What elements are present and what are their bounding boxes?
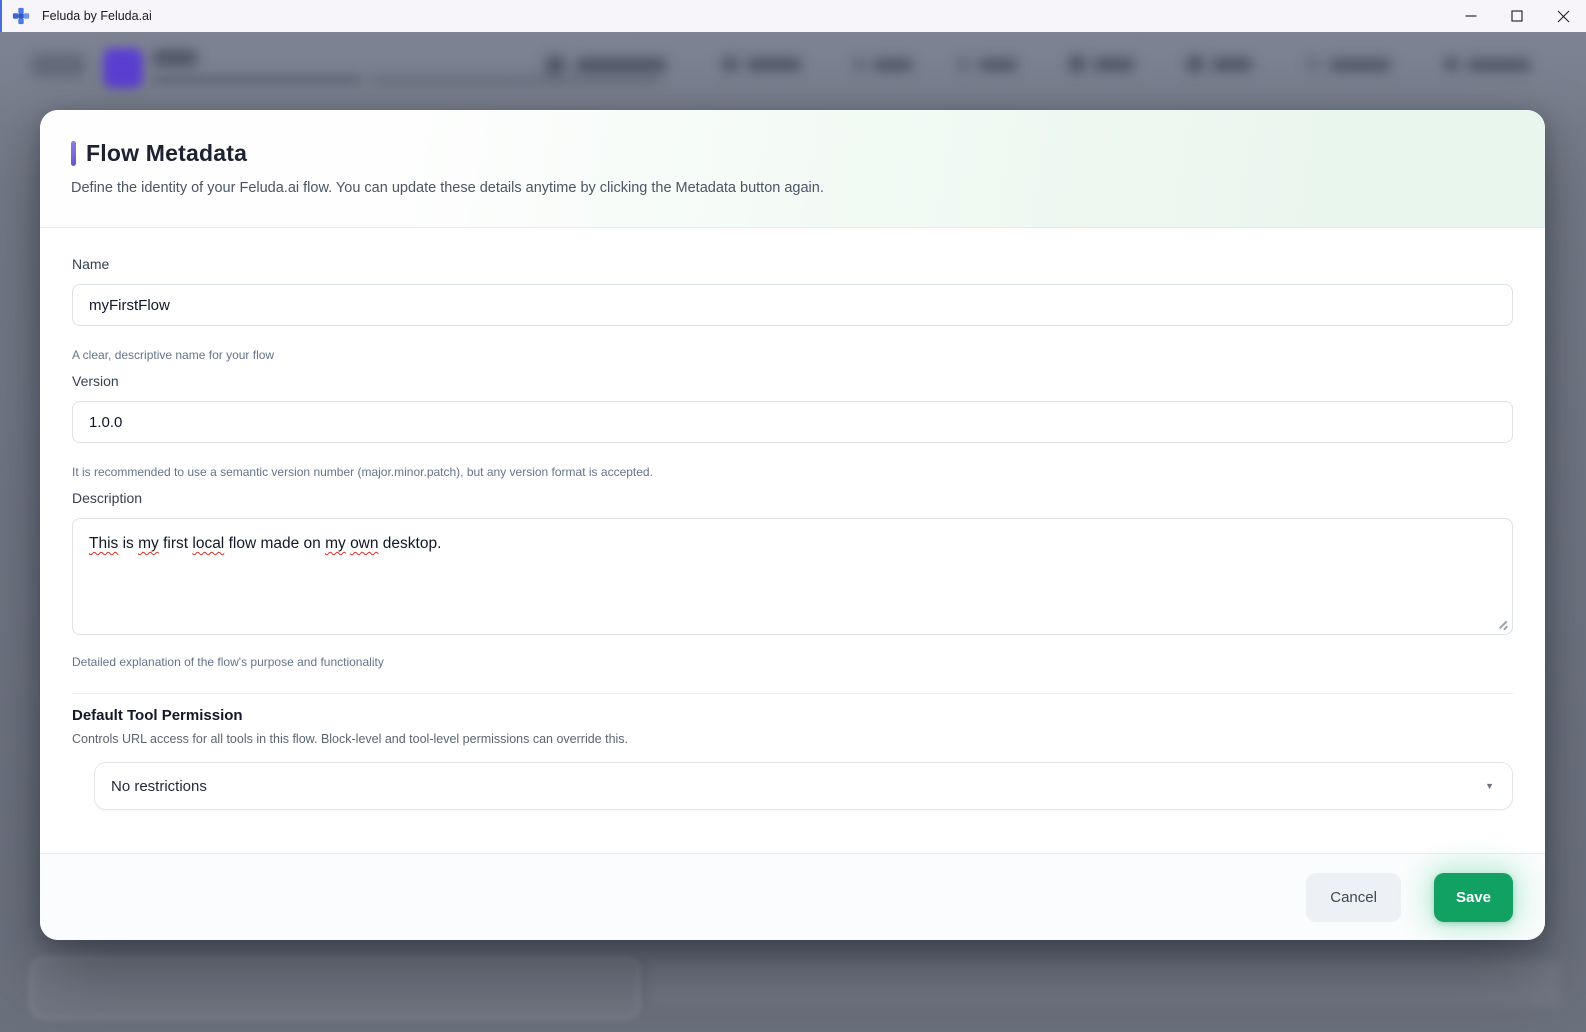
minimize-icon — [1465, 10, 1477, 22]
blurred-toolbar-button — [1093, 58, 1135, 71]
dialog-subtitle: Define the identity of your Feluda.ai fl… — [71, 180, 1513, 196]
feluda-logo-icon — [12, 7, 30, 25]
name-input[interactable] — [72, 284, 1513, 326]
maximize-button[interactable] — [1494, 0, 1540, 32]
dialog-footer: Cancel Save — [40, 853, 1545, 940]
maximize-icon — [1511, 10, 1523, 22]
permission-helper: Controls URL access for all tools in thi… — [72, 732, 1513, 746]
blurred-back-button — [30, 53, 86, 77]
close-icon — [1557, 10, 1570, 23]
blurred-bottom-strip — [650, 960, 1560, 1006]
window-controls — [1448, 0, 1586, 32]
cancel-button[interactable]: Cancel — [1306, 873, 1401, 922]
version-helper: It is recommended to use a semantic vers… — [72, 465, 1513, 479]
description-textarea[interactable]: This is my first local flow made on my o… — [72, 518, 1513, 635]
title-accent-bar — [71, 141, 76, 166]
chevron-down-icon: ▼ — [1485, 781, 1494, 791]
version-input[interactable] — [72, 401, 1513, 443]
description-helper: Detailed explanation of the flow's purpo… — [72, 655, 1513, 669]
minimize-button[interactable] — [1448, 0, 1494, 32]
name-helper: A clear, descriptive name for your flow — [72, 348, 1513, 362]
section-divider — [72, 693, 1513, 694]
textarea-resize-handle[interactable] — [1496, 618, 1508, 630]
name-label: Name — [72, 256, 1513, 272]
dialog-title: Flow Metadata — [86, 140, 247, 167]
blurred-flow-subtitle — [152, 75, 362, 84]
blurred-flow-path — [370, 76, 660, 83]
blurred-flow-title — [152, 50, 198, 66]
version-label: Version — [72, 373, 1513, 389]
blurred-toolbar-icon — [722, 56, 738, 72]
blurred-toolbar-icon — [1068, 55, 1086, 73]
blurred-toolbar-icon — [1306, 57, 1320, 70]
blurred-toolbar-button — [1329, 59, 1391, 71]
close-button[interactable] — [1540, 0, 1586, 32]
blurred-toolbar-icon — [1186, 55, 1204, 73]
blurred-toolbar-button — [746, 58, 802, 71]
dialog-header: Flow Metadata Define the identity of you… — [40, 110, 1545, 228]
blurred-toolbar-button — [1211, 58, 1253, 71]
flow-metadata-dialog: Flow Metadata Define the identity of you… — [40, 110, 1545, 940]
permission-selected-value: No restrictions — [111, 778, 207, 795]
permission-select[interactable]: No restrictions ▼ — [94, 762, 1513, 810]
blurred-toolbar-button — [978, 59, 1018, 71]
window-title: Feluda by Feluda.ai — [42, 9, 152, 23]
dialog-body: Name A clear, descriptive name for your … — [40, 228, 1545, 853]
blurred-bottom-panel — [30, 957, 640, 1019]
title-bar: Feluda by Feluda.ai — [0, 0, 1586, 32]
blurred-toolbar-icon — [852, 57, 867, 71]
blurred-toolbar-button — [575, 58, 667, 72]
blurred-toolbar-icon — [956, 57, 971, 71]
blurred-flow-icon — [103, 48, 143, 88]
blurred-toolbar-icon — [1444, 57, 1459, 71]
blurred-toolbar-button — [1467, 59, 1531, 71]
blurred-toolbar-icon — [545, 55, 565, 75]
permission-label: Default Tool Permission — [72, 707, 1513, 724]
save-button[interactable]: Save — [1434, 873, 1513, 922]
description-label: Description — [72, 490, 1513, 506]
blurred-toolbar-button — [873, 59, 913, 71]
